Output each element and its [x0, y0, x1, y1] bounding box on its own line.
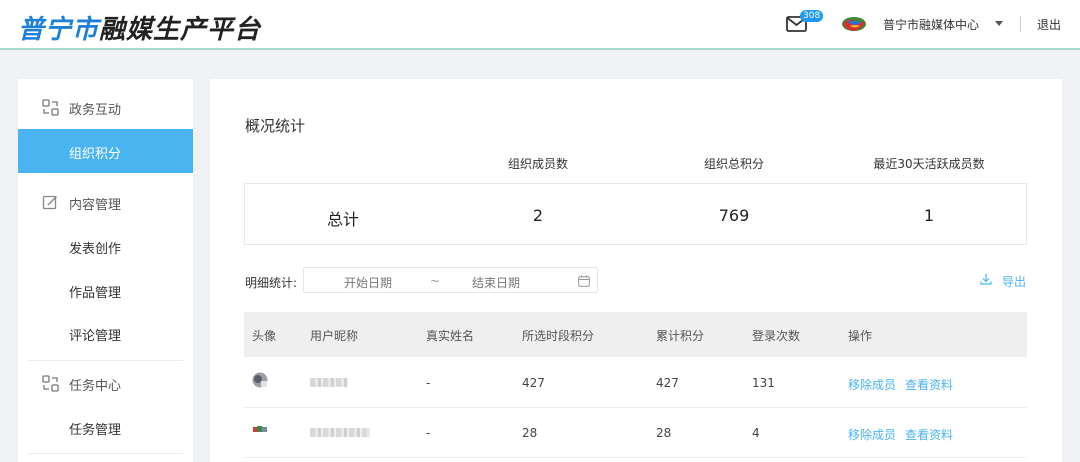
period-points-cell: 28 — [522, 426, 538, 440]
view-profile-link[interactable]: 查看资料 — [905, 376, 953, 393]
org-logo-icon — [842, 17, 866, 31]
top-header: 普宁市融媒生产平台 308 普宁市融媒体中心 退出 — [0, 0, 1080, 50]
sidebar-item-works[interactable]: 作品管理 — [18, 268, 193, 312]
stat-value-members: 2 — [532, 206, 544, 225]
table-row: - 28 28 4 移除成员 查看资料 — [244, 408, 1027, 458]
total-points-cell: 427 — [656, 376, 679, 390]
start-date-input[interactable]: 开始日期 — [344, 274, 392, 291]
edit-icon — [42, 195, 58, 210]
org-name[interactable]: 普宁市融媒体中心 — [883, 16, 979, 33]
calendar-icon[interactable] — [578, 275, 590, 287]
column-header-avatar: 头像 — [252, 329, 277, 343]
sidebar-item-label: 评论管理 — [69, 329, 122, 344]
remove-member-link[interactable]: 移除成员 — [848, 376, 896, 393]
export-label: 导出 — [1002, 275, 1027, 289]
sidebar-group-content[interactable]: 内容管理 — [18, 180, 193, 224]
total-points-cell: 28 — [656, 426, 672, 440]
view-profile-link[interactable]: 查看资料 — [905, 426, 953, 443]
stat-header-total-points: 组织总积分 — [703, 157, 764, 171]
table-header: 头像 用户昵称 真实姓名 所选时段积分 累计积分 登录次数 操作 — [244, 312, 1027, 357]
sidebar-group-tasks[interactable]: 任务中心 — [18, 361, 193, 405]
stat-row-label: 总计 — [326, 210, 359, 229]
stat-header-members: 组织成员数 — [507, 157, 568, 171]
header-divider — [1020, 16, 1021, 32]
login-count-cell: 131 — [752, 376, 775, 390]
nickname-blurred — [310, 428, 370, 437]
sidebar-item-task-manage[interactable]: 任务管理 — [18, 405, 193, 449]
date-separator: ~ — [430, 274, 441, 288]
sidebar-item-label: 组织积分 — [69, 147, 122, 162]
sidebar-item-publish[interactable]: 发表创作 — [18, 224, 193, 268]
real-name-cell: - — [426, 426, 431, 440]
detail-stats-label: 明细统计: — [245, 276, 298, 290]
sidebar-item-comments[interactable]: 评论管理 — [18, 311, 193, 355]
sidebar-group-label: 内容管理 — [69, 198, 122, 213]
sidebar-item-label: 作品管理 — [69, 286, 122, 301]
nickname-blurred — [310, 378, 348, 387]
exchange-icon — [42, 99, 59, 116]
real-name-cell: - — [426, 376, 431, 390]
avatar — [253, 426, 267, 432]
column-header-real-name: 真实姓名 — [426, 329, 475, 343]
sidebar-group-label: 政务互动 — [69, 103, 122, 118]
stat-header-active-members: 最近30天活跃成员数 — [873, 157, 985, 171]
download-icon — [980, 274, 992, 285]
app-logo[interactable]: 普宁市融媒生产平台 — [18, 9, 261, 46]
column-header-login-count: 登录次数 — [752, 329, 801, 343]
main-panel: 概况统计 组织成员数 组织总积分 最近30天活跃成员数 总计 2 769 1 明… — [210, 79, 1062, 462]
end-date-input[interactable]: 结束日期 — [472, 274, 520, 291]
login-count-cell: 4 — [752, 426, 760, 440]
sidebar-divider — [28, 453, 183, 454]
sidebar-item-label: 发表创作 — [69, 242, 122, 257]
sidebar-item-label: 任务管理 — [69, 423, 122, 438]
stats-summary-box: 总计 2 769 1 — [244, 183, 1027, 245]
sidebar: 政务互动 组织积分 内容管理 发表创作 作品管理 评论管理 任务中心 任务管理 — [18, 79, 193, 462]
logout-link[interactable]: 退出 — [1037, 16, 1061, 33]
column-header-nickname: 用户昵称 — [310, 329, 359, 343]
column-header-actions: 操作 — [848, 329, 873, 343]
stat-value-total-points: 769 — [718, 206, 750, 225]
sidebar-group-label: 任务中心 — [69, 379, 122, 394]
exchange-icon — [42, 375, 59, 392]
mail-count-badge: 308 — [800, 10, 824, 22]
stat-value-active-members: 1 — [923, 206, 935, 225]
table-row: - 427 427 131 移除成员 查看资料 — [244, 358, 1027, 408]
column-header-total-points: 累计积分 — [656, 329, 705, 343]
logo-city: 普宁市 — [18, 15, 100, 45]
column-header-period-points: 所选时段积分 — [522, 329, 595, 343]
chevron-down-icon[interactable] — [995, 21, 1003, 26]
remove-member-link[interactable]: 移除成员 — [848, 426, 896, 443]
avatar — [252, 372, 268, 388]
sidebar-group-government[interactable]: 政务互动 — [18, 85, 193, 129]
logo-platform: 融媒生产平台 — [99, 15, 262, 45]
date-range-picker[interactable]: 开始日期 ~ 结束日期 — [303, 267, 598, 293]
sidebar-item-org-points[interactable]: 组织积分 — [18, 129, 193, 173]
page-title: 概况统计 — [245, 117, 306, 135]
period-points-cell: 427 — [522, 376, 545, 390]
